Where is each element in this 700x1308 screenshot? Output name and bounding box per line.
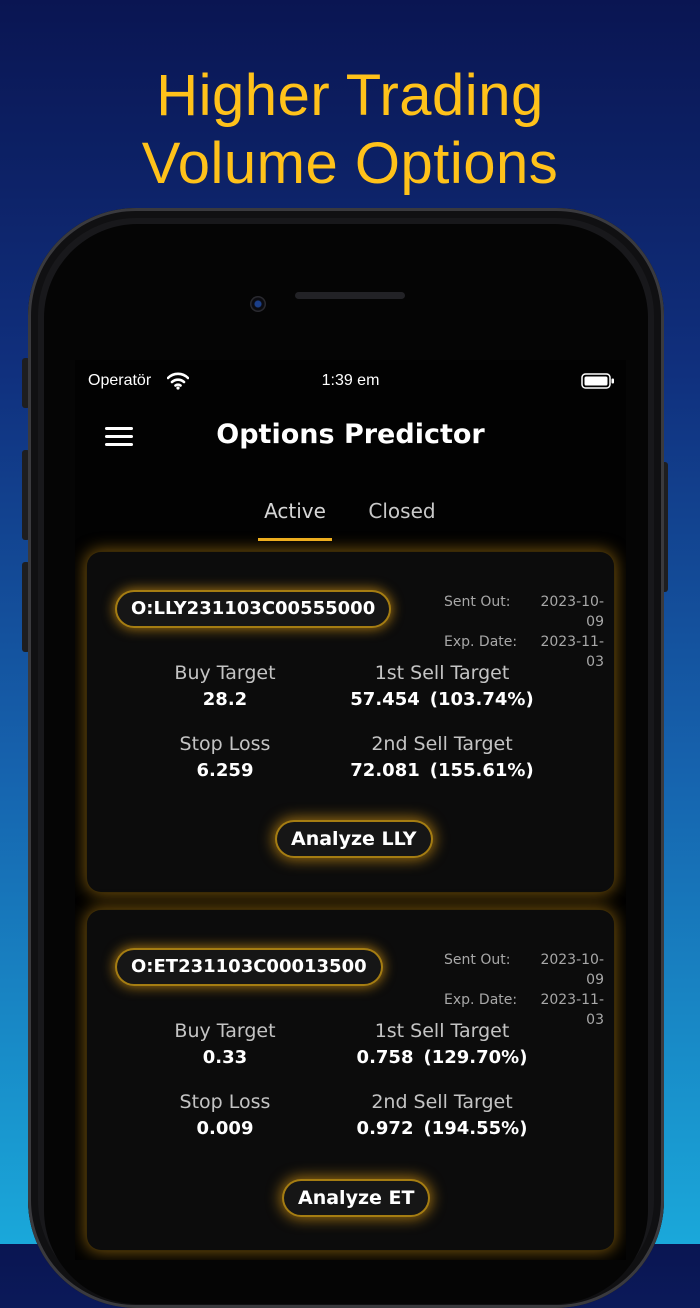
stop-loss-label: Stop Loss — [179, 733, 271, 755]
buy-target: Buy Target 28.2 — [147, 660, 303, 714]
buy-target-label: Buy Target — [174, 662, 276, 684]
second-sell-target: 2nd Sell Target 0.972 (194.55%) — [337, 1089, 547, 1143]
headline-line-2: Volume Options — [141, 131, 559, 196]
first-sell-target-label: 1st Sell Target — [374, 1020, 510, 1042]
buy-target-value: 28.2 — [202, 689, 248, 710]
first-sell-target-percent: (129.70%) — [423, 1047, 528, 1068]
second-sell-target-label: 2nd Sell Target — [371, 1091, 513, 1113]
analyze-button[interactable]: Analyze LLY — [277, 822, 431, 856]
sent-out-label: Sent Out: — [444, 952, 511, 968]
first-sell-target: 1st Sell Target 0.758 (129.70%) — [337, 1018, 547, 1072]
first-sell-target-value: 0.758 — [356, 1047, 414, 1068]
second-sell-target-value: 72.081 — [350, 760, 420, 781]
status-time: 1:39 em — [321, 372, 380, 389]
tab-closed[interactable]: Closed — [365, 496, 439, 542]
second-sell-target-percent: (194.55%) — [423, 1118, 528, 1139]
front-camera — [250, 296, 266, 312]
analyze-button[interactable]: Analyze ET — [284, 1181, 429, 1215]
stop-loss-label: Stop Loss — [179, 1091, 271, 1113]
stop-loss-value: 6.259 — [196, 760, 254, 781]
app-screen: Operatör 1:39 em Options Predictor Activ… — [75, 360, 626, 1260]
second-sell-target: 2nd Sell Target 72.081 (155.61%) — [337, 731, 547, 785]
sent-out-label: Sent Out: — [444, 594, 511, 610]
option-card: O:ET231103C00013500 Sent Out: 2023-10-09 … — [87, 910, 614, 1250]
first-sell-target-label: 1st Sell Target — [374, 662, 510, 684]
app-title: Options Predictor — [216, 419, 485, 450]
option-symbol[interactable]: O:ET231103C00013500 — [117, 950, 381, 984]
second-sell-target-label: 2nd Sell Target — [371, 733, 513, 755]
earpiece-speaker — [295, 292, 405, 299]
sent-out-value: 2023-10-09 — [540, 952, 604, 988]
sent-out-value: 2023-10-09 — [540, 594, 604, 630]
buy-target: Buy Target 0.33 — [147, 1018, 303, 1072]
second-sell-target-value: 0.972 — [356, 1118, 414, 1139]
buy-target-value: 0.33 — [202, 1047, 248, 1068]
stop-loss-value: 0.009 — [196, 1118, 254, 1139]
marketing-headline: Higher Trading Volume Options — [0, 62, 700, 198]
battery-icon — [581, 373, 614, 389]
status-bar: Operatör 1:39 em — [75, 360, 626, 400]
first-sell-target: 1st Sell Target 57.454 (103.74%) — [337, 660, 547, 714]
stop-loss: Stop Loss 0.009 — [147, 1089, 303, 1143]
navigation-bar: Options Predictor — [75, 408, 626, 468]
first-sell-target-value: 57.454 — [350, 689, 420, 710]
tab-active[interactable]: Active — [258, 496, 332, 542]
tab-bar: Active Closed — [75, 496, 626, 544]
option-symbol[interactable]: O:LLY231103C00555000 — [117, 592, 390, 626]
second-sell-target-percent: (155.61%) — [429, 760, 534, 781]
stop-loss: Stop Loss 6.259 — [147, 731, 303, 785]
buy-target-label: Buy Target — [174, 1020, 276, 1042]
first-sell-target-percent: (103.74%) — [429, 689, 534, 710]
headline-line-1: Higher Trading — [156, 63, 544, 128]
option-card: O:LLY231103C00555000 Sent Out: 2023-10-09… — [87, 552, 614, 892]
